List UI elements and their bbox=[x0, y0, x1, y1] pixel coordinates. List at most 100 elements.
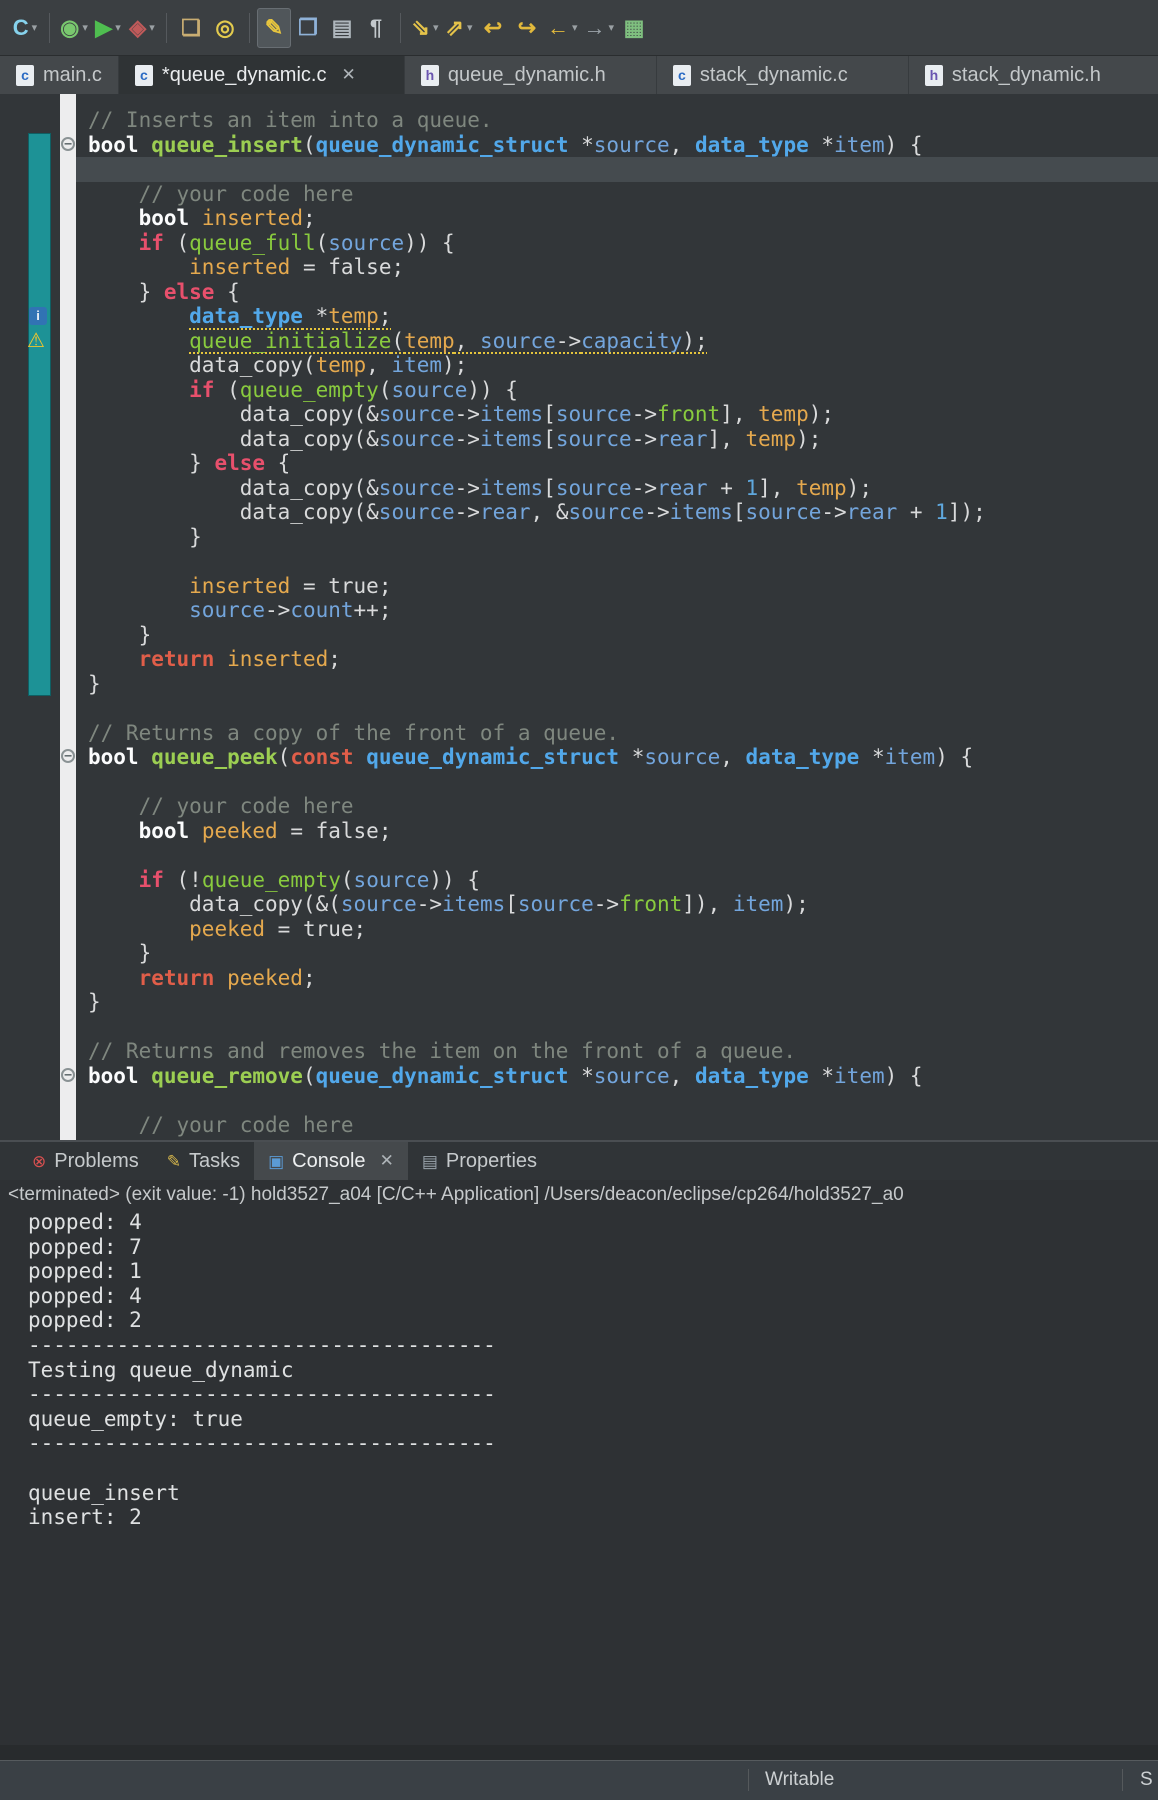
view-tab-tasks[interactable]: ✎ Tasks bbox=[153, 1142, 254, 1180]
editor-tab[interactable]: h stack_dynamic.h bbox=[908, 56, 1158, 94]
view-tab-console[interactable]: ▣ Console ✕ bbox=[254, 1142, 408, 1180]
code-line[interactable] bbox=[76, 843, 1158, 868]
tab-label: stack_dynamic.h bbox=[951, 63, 1101, 86]
code-line[interactable]: if (queue_empty(source)) { bbox=[76, 378, 1158, 403]
code-line[interactable]: // your code here bbox=[76, 182, 1158, 207]
code-line[interactable] bbox=[76, 1088, 1158, 1113]
dropdown-arrow-icon[interactable]: ▾ bbox=[572, 21, 578, 34]
code-line[interactable]: // your code here bbox=[76, 794, 1158, 819]
code-line[interactable]: // Returns and removes the item on the f… bbox=[76, 1039, 1158, 1064]
code-line[interactable] bbox=[76, 1015, 1158, 1040]
code-line[interactable]: // Inserts an item into a queue. bbox=[76, 108, 1158, 133]
file-c-icon: c bbox=[134, 64, 153, 86]
code-line[interactable]: data_copy(&source->rear, &source->items[… bbox=[76, 500, 1158, 525]
forward-button[interactable]: → ▾ bbox=[581, 8, 618, 48]
code-line[interactable]: data_copy(temp, item); bbox=[76, 353, 1158, 378]
show-view-button[interactable]: ▤ bbox=[325, 8, 359, 48]
console-panel[interactable]: ⊗ Problems ✎ Tasks ▣ Console ✕ ▤ Properties <ter… bbox=[0, 1140, 1158, 1760]
editor-gutter[interactable] bbox=[60, 94, 76, 1140]
code-line[interactable]: inserted = false; bbox=[76, 255, 1158, 280]
code-line[interactable]: } bbox=[76, 525, 1158, 550]
code-line[interactable]: data_type *temp; bbox=[76, 304, 1158, 329]
dropdown-arrow-icon[interactable]: ▾ bbox=[609, 21, 615, 34]
code-line[interactable]: bool peeked = false; bbox=[76, 819, 1158, 844]
run-button[interactable]: ▶ ▾ bbox=[91, 8, 125, 48]
back-button[interactable]: ← ▾ bbox=[544, 8, 581, 48]
next-annotation-button[interactable]: ⇘ ▾ bbox=[408, 8, 442, 48]
code-line[interactable]: source->count++; bbox=[76, 598, 1158, 623]
code-line[interactable] bbox=[76, 157, 1158, 182]
page-plus-icon: ❐ bbox=[298, 14, 318, 40]
fold-collapse-icon[interactable]: − bbox=[61, 136, 75, 151]
code-line[interactable]: } else { bbox=[76, 280, 1158, 305]
code-line[interactable]: } bbox=[76, 990, 1158, 1015]
previous-annotation-button[interactable]: ⇗ ▾ bbox=[442, 8, 476, 48]
file-c-icon: c bbox=[672, 64, 691, 86]
code-line[interactable]: bool queue_remove(queue_dynamic_struct *… bbox=[76, 1064, 1158, 1089]
code-editor[interactable]: // Inserts an item into a queue. bool que… bbox=[0, 94, 1158, 1140]
code-line[interactable]: // your code here bbox=[76, 1113, 1158, 1138]
code-line[interactable]: queue_initialize(temp, source->capacity)… bbox=[76, 329, 1158, 354]
dropdown-arrow-icon[interactable]: ▾ bbox=[433, 21, 439, 34]
code-line[interactable]: return inserted; bbox=[76, 647, 1158, 672]
code-line[interactable]: bool inserted; bbox=[76, 206, 1158, 231]
next-edit-location-button[interactable]: ↪ bbox=[510, 8, 544, 48]
close-icon[interactable]: ✕ bbox=[341, 65, 355, 85]
next-annotation-icon: ⇘ bbox=[411, 14, 430, 40]
code-line[interactable]: } bbox=[76, 672, 1158, 697]
code-line[interactable]: bool queue_insert(queue_dynamic_struct *… bbox=[76, 133, 1158, 158]
mark-occurrences-button[interactable]: ✎ bbox=[257, 7, 291, 48]
console-line: popped: 1 bbox=[28, 1259, 142, 1284]
editor-tab[interactable]: c stack_dynamic.c bbox=[656, 56, 909, 94]
code-line[interactable]: bool queue_peek(const queue_dynamic_stru… bbox=[76, 745, 1158, 770]
code-line[interactable] bbox=[76, 770, 1158, 795]
open-folder-icon: ❏ bbox=[181, 14, 201, 40]
code-line[interactable]: // Returns a copy of the front of a queu… bbox=[76, 721, 1158, 746]
external-tools-button[interactable]: ◈ ▾ bbox=[125, 8, 159, 48]
code-line[interactable]: data_copy(&source->items[source->rear + … bbox=[76, 476, 1158, 501]
code-line[interactable]: data_copy(&source->items[source->rear], … bbox=[76, 427, 1158, 452]
code-line[interactable]: return peeked; bbox=[76, 966, 1158, 991]
view-tab-problems[interactable]: ⊗ Problems bbox=[18, 1142, 153, 1180]
run-icon: ▶ bbox=[95, 14, 113, 40]
code-line[interactable]: } bbox=[76, 941, 1158, 966]
code-line[interactable] bbox=[76, 696, 1158, 721]
forward-arrow-icon: → bbox=[583, 14, 606, 40]
editor-tab[interactable]: c *queue_dynamic.c ✕ bbox=[118, 56, 405, 94]
last-edit-location-button[interactable]: ↩ bbox=[476, 8, 510, 48]
dropdown-arrow-icon[interactable]: ▾ bbox=[467, 21, 473, 34]
pencil-icon: ✎ bbox=[264, 14, 284, 40]
dropdown-arrow-icon[interactable]: ▾ bbox=[149, 21, 155, 34]
new-c-project-button[interactable]: C ▾ bbox=[8, 8, 42, 48]
toolbar-separator bbox=[166, 12, 167, 43]
code-line[interactable]: data_copy(&source->items[source->front],… bbox=[76, 402, 1158, 427]
console-line: ------------------------------------- bbox=[28, 1382, 496, 1407]
dropdown-arrow-icon[interactable]: ▾ bbox=[32, 21, 38, 34]
debug-button[interactable]: ◉ ▾ bbox=[57, 8, 91, 48]
editor-tab[interactable]: c main.c bbox=[0, 56, 119, 94]
view-tab-properties[interactable]: ▤ Properties bbox=[408, 1142, 551, 1180]
editor-tab[interactable]: h queue_dynamic.h bbox=[404, 56, 657, 94]
code-line[interactable]: } else { bbox=[76, 451, 1158, 476]
code-line[interactable]: inserted = true; bbox=[76, 574, 1158, 599]
open-element-button[interactable]: ❏ bbox=[174, 8, 208, 48]
fold-collapse-icon[interactable]: − bbox=[61, 749, 75, 763]
info-annotation-icon[interactable]: i bbox=[29, 307, 47, 325]
show-whitespace-button[interactable]: ¶ bbox=[359, 8, 393, 48]
new-wizard-button[interactable]: ❐ bbox=[291, 8, 325, 48]
code-line[interactable]: if (!queue_empty(source)) { bbox=[76, 868, 1158, 893]
code-line[interactable]: } bbox=[76, 623, 1158, 648]
code-line[interactable]: peeked = true; bbox=[76, 917, 1158, 942]
eclipse-window: C ▾ ◉ ▾ ▶ ▾ ◈ ▾ ❏ ◎ ✎ ❐ ▤ ¶ ⇘ ▾ ⇗ ▾ ↩ ↪ ← ▾ → ▾ ▦ c main.c c *queue… bbox=[0, 0, 1158, 1800]
dropdown-arrow-icon[interactable]: ▾ bbox=[115, 21, 121, 34]
warning-annotation-icon[interactable]: ⚠ bbox=[27, 330, 45, 352]
fold-collapse-icon[interactable]: − bbox=[61, 1067, 75, 1082]
pin-editor-button[interactable]: ▦ bbox=[617, 8, 651, 48]
search-button[interactable]: ◎ bbox=[208, 8, 242, 48]
code-line[interactable] bbox=[76, 549, 1158, 574]
code-line[interactable]: if (queue_full(source)) { bbox=[76, 231, 1158, 256]
code-line[interactable]: data_copy(&(source->items[source->front]… bbox=[76, 892, 1158, 917]
dropdown-arrow-icon[interactable]: ▾ bbox=[82, 21, 88, 34]
close-icon[interactable]: ✕ bbox=[380, 1151, 394, 1171]
code-area[interactable]: // Inserts an item into a queue. bool que… bbox=[76, 108, 1158, 1137]
